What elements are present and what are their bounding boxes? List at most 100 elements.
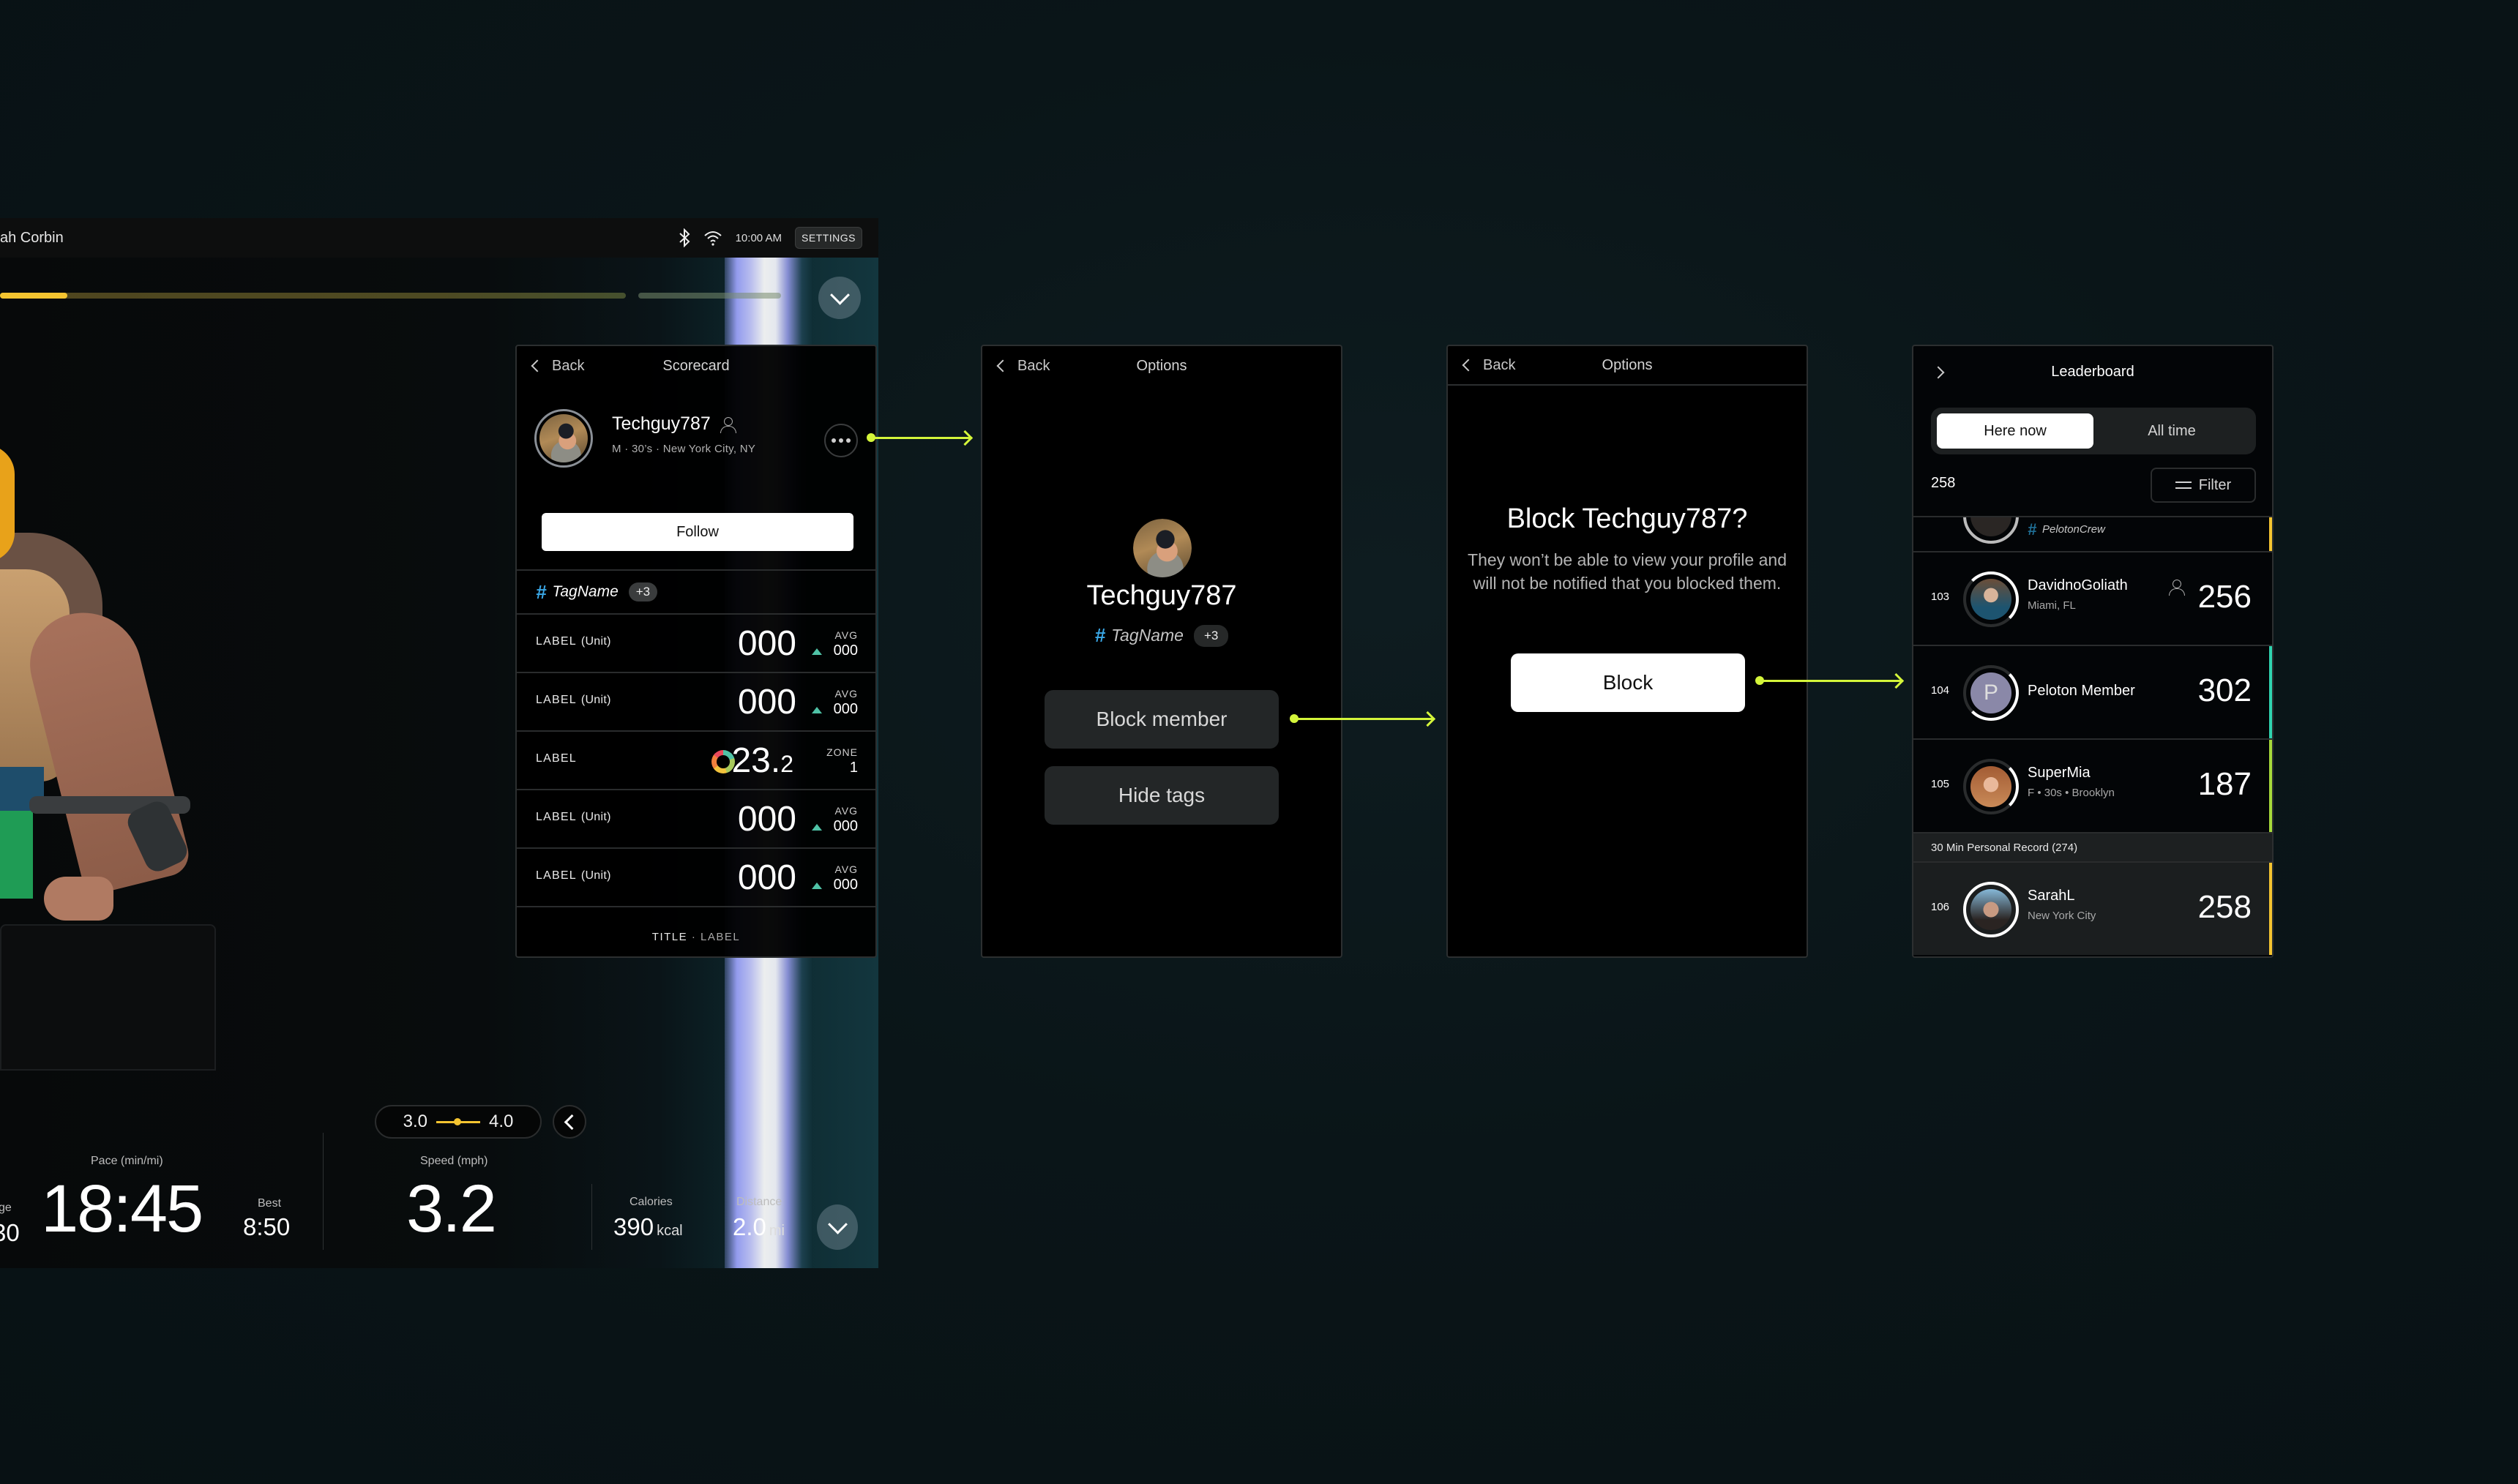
footer-label: LABEL [700, 931, 741, 943]
trend-up-icon [812, 824, 822, 831]
user-name: Peloton Member [2028, 683, 2135, 699]
settings-button[interactable]: SETTINGS [794, 227, 862, 249]
user-location: Miami, FL [2028, 599, 2076, 612]
back-button[interactable]: Back [996, 358, 1050, 375]
leaderboard-row-current-user[interactable]: 106 SarahL New York City 258 [1913, 861, 2272, 955]
hashtag-icon: # [2028, 520, 2037, 539]
calories-unit: kcal [657, 1223, 683, 1239]
leaderboard-row[interactable]: 105 SuperMia F • 30s • Brooklyn 187 [1913, 738, 2272, 832]
avatar-photo [1970, 889, 2011, 930]
back-label: Back [552, 357, 585, 374]
leaderboard-row[interactable]: 104 P Peloton Member 302 [1913, 645, 2272, 738]
scorecard-metrics: # TagName +3 LABEL (Unit) 000 AVG 000 LAB… [517, 569, 875, 907]
avg-label: AVG [834, 629, 858, 641]
block-member-button[interactable]: Block member [1045, 690, 1279, 749]
filter-label: Filter [2198, 476, 2232, 493]
class-progress-bar [0, 293, 626, 299]
metric-row: LABEL (Unit) 000 AVG 000 [517, 673, 875, 732]
metric-label-wrap: LABEL (Unit) [536, 869, 611, 882]
leaderboard-list[interactable]: # PelotonCrew 103 DavidnoGoliath Miami, … [1913, 516, 2272, 955]
participant-count: 258 [1931, 475, 1956, 491]
avatar [1133, 519, 1192, 577]
flow-arrow [1290, 714, 1433, 723]
best-value: 8:50 [243, 1213, 291, 1240]
tab-here-now[interactable]: Here now [1937, 413, 2093, 449]
metric-value: 000 [737, 858, 796, 897]
hashtag-icon: # [1094, 624, 1106, 646]
filter-button[interactable]: Filter [2151, 468, 2256, 503]
tag-name: TagName [552, 583, 619, 600]
user-name: SuperMia [2028, 765, 2091, 781]
metric-unit: (Unit) [580, 694, 611, 706]
leaderboard-row[interactable]: # PelotonCrew [1913, 516, 2272, 551]
instructor-video [0, 445, 242, 1250]
tag-row[interactable]: # TagName +3 [517, 571, 875, 615]
avg-value: 000 [833, 642, 858, 659]
avg-value: 000 [833, 818, 858, 834]
distance-value: 2.0 [733, 1213, 766, 1240]
score: 302 [2197, 672, 2252, 708]
rank: 103 [1931, 591, 1950, 603]
metric-label: LABEL [536, 694, 577, 706]
instructor-name: ah Corbin [0, 229, 64, 246]
avatar[interactable] [534, 409, 593, 468]
back-button[interactable]: Back [531, 357, 585, 375]
metric-label: LABEL [536, 635, 577, 648]
user-icon [720, 416, 736, 433]
metric-value: 23.2 [731, 741, 793, 781]
expand-metrics-button[interactable] [817, 1204, 858, 1250]
rank-edge [2269, 863, 2272, 955]
leaderboard-row[interactable]: 103 DavidnoGoliath Miami, FL 256 [1913, 551, 2272, 645]
rank-edge [2269, 646, 2272, 738]
pace-target-range[interactable]: 3.0 4.0 [375, 1105, 542, 1139]
rank-edge [2269, 740, 2272, 832]
tag-name: TagName [1111, 626, 1184, 645]
follow-button[interactable]: Follow [542, 513, 853, 551]
avg-value: 000 [833, 701, 858, 717]
metric-unit: (Unit) [580, 869, 611, 882]
back-button[interactable]: Back [1462, 357, 1515, 374]
pace-high: 4.0 [489, 1112, 514, 1131]
leaderboard-panel: Leaderboard Here now All time 258 Filter… [1912, 345, 2274, 958]
avatar [1963, 759, 2019, 814]
metric-unit: (Unit) [580, 811, 611, 823]
metric-value-main: 23. [731, 741, 781, 780]
scorecard-footer: TITLE · LABEL [517, 931, 875, 943]
zone-value: 1 [849, 760, 858, 776]
distance-unit: mi [769, 1223, 785, 1239]
metric-unit: (Unit) [580, 635, 611, 648]
metric-row-zone: LABEL 23.2 ZONE 1 [517, 732, 875, 790]
filter-icon [2175, 480, 2192, 490]
calories-readout: 390 kcal [613, 1213, 683, 1241]
metric-value: 000 [737, 683, 796, 722]
chevron-right-icon[interactable] [1932, 366, 1945, 379]
status-bar: ah Corbin 10:00 AM SETTINGS [0, 218, 878, 258]
footer-separator: · [691, 931, 697, 943]
expand-targets-button[interactable] [553, 1105, 586, 1139]
tab-all-time[interactable]: All time [2093, 413, 2250, 449]
panel-title: Leaderboard [2051, 363, 2134, 380]
metric-label: LABEL [536, 869, 577, 882]
tag-more-badge: +3 [1193, 624, 1229, 647]
score: 256 [2197, 579, 2252, 615]
avg-label: AVG [834, 805, 858, 817]
range-slider-icon [436, 1117, 480, 1125]
avatar-photo [1970, 579, 2011, 620]
hashtag-icon: # [536, 580, 547, 603]
block-button[interactable]: Block [1511, 653, 1745, 712]
distance-readout: 2.0 mi [733, 1213, 785, 1241]
user-location: New York City [2028, 910, 2096, 922]
flow-arrow [867, 433, 971, 442]
more-options-button[interactable] [824, 424, 858, 457]
metric-row: LABEL (Unit) 000 AVG 000 [517, 790, 875, 849]
hide-tags-button[interactable]: Hide tags [1045, 766, 1279, 825]
rank-edge [2269, 517, 2272, 551]
confirm-body: They won’t be able to view your profile … [1468, 550, 1787, 593]
chevron-left-icon [1462, 359, 1475, 372]
metrics-divider [591, 1184, 592, 1250]
avatar-photo [1970, 517, 2011, 536]
collapse-header-button[interactable] [818, 277, 861, 319]
trend-up-icon [812, 648, 822, 655]
calories-label: Calories [630, 1196, 673, 1208]
metric-value-decimal: 2 [780, 751, 793, 777]
